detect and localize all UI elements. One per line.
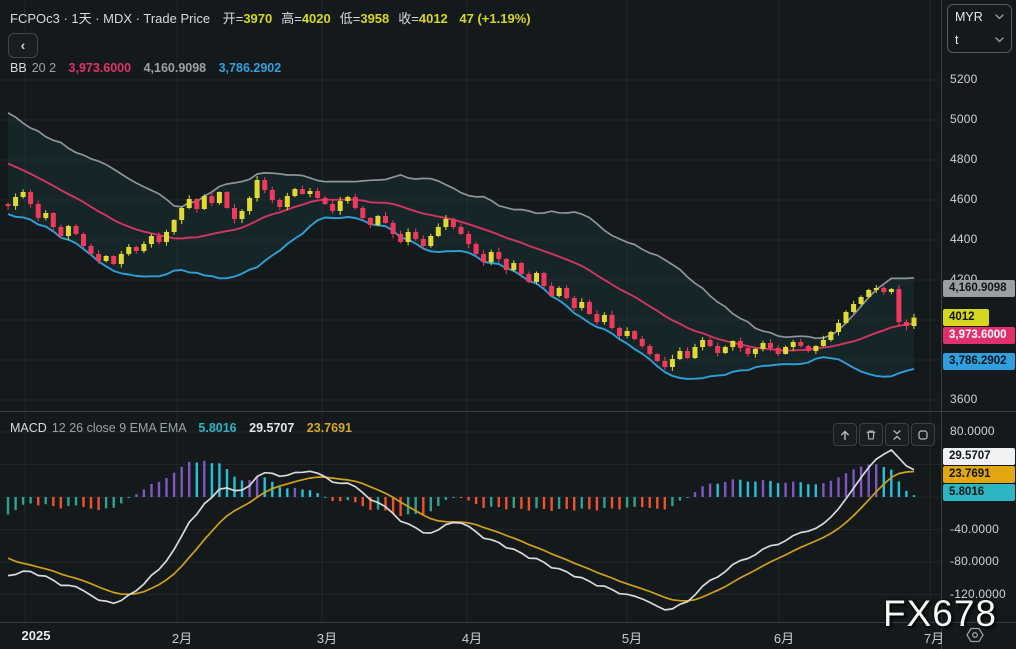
time-scale[interactable]: 2025 2月 3月 4月 5月 6月 7月 [0,622,1016,649]
bb-lower-badge: 3,786.2902 [943,353,1015,370]
time-label: 2025 [21,628,51,643]
macd-signal-badge: 23.7691 [943,466,1015,483]
chevron-down-icon [995,36,1004,42]
price-tick: 4400 [950,232,978,246]
bb-legend[interactable]: BB 20 2 3,973.6000 4,160.9098 3,786.2902 [10,61,281,75]
time-label: 3月 [316,631,338,646]
time-label: 6月 [773,631,795,646]
trash-icon [866,429,876,440]
currency-dropdown[interactable]: MYR [948,5,1011,28]
macd-tick: 80.0000 [950,424,995,438]
ohlc-value: 4020 [301,11,331,26]
price-tick: 4600 [950,192,978,206]
delete-indicator-button[interactable] [859,423,883,446]
ohlc-label: 开= [222,11,244,26]
last-price-badge: 4012 [943,309,989,326]
macd-params: 12 26 close 9 EMA EMA [51,421,186,435]
bb-basis-badge: 3,973.6000 [943,327,1015,344]
time-label: 5月 [621,631,643,646]
macd-signal-value: 23.7691 [306,421,352,435]
macd-tick: -80.0000 [950,554,999,568]
macd-hist-badge: 5.8016 [943,484,1015,501]
price-tick: 5000 [950,112,978,126]
price-chart-canvas[interactable] [0,0,941,649]
time-label: 2月 [171,631,193,646]
bb-basis-value: 3,973.6000 [68,61,132,75]
bb-upper-value: 4,160.9098 [143,61,207,75]
collapse-icon [893,429,901,440]
bb-upper-badge: 4,160.9098 [943,280,1015,297]
bb-lower-value: 3,786.2902 [218,61,282,75]
unit-value: t [955,32,959,47]
time-label: 4月 [461,631,483,646]
macd-label: MACD [10,421,47,435]
scale-settings-menu: MYR t [947,4,1012,53]
ohlc-value: 3970 [243,11,273,26]
macd-pane-toolbar [833,423,935,446]
price-scale[interactable]: MYR t 5200 5000 4800 4600 4400 4200 3600 80.000… [941,0,1016,649]
price-tick: 3600 [950,392,978,406]
maximize-pane-button[interactable] [911,423,935,446]
macd-legend[interactable]: MACD 12 26 close 9 EMA EMA 5.8016 29.5707… [10,421,352,435]
chart-app: FCPOc3 · 1天 · MDX · Trade Price 开=3970 高=… [0,0,1016,649]
price-tick: 4800 [950,152,978,166]
collapse-pane-button[interactable] [885,423,909,446]
pane-separator[interactable] [0,411,1016,412]
bb-label: BB [10,61,27,75]
unit-dropdown[interactable]: t [948,28,1011,51]
macd-line-badge: 29.5707 [943,448,1015,465]
currency-value: MYR [955,9,983,24]
ohlc-label: 低= [339,11,361,26]
ohlc-label: 高= [281,11,302,26]
change-value: 47 (+1.19%) [459,11,531,26]
maximize-icon [918,429,928,440]
symbol-title[interactable]: FCPOc3 · 1天 · MDX · Trade Price [10,11,210,26]
price-tick: 5200 [950,72,978,86]
timezone-settings-icon[interactable] [964,627,986,643]
chevron-left-icon: ‹ [20,37,26,53]
macd-hist-value: 5.8016 [198,421,237,435]
back-button[interactable]: ‹ [8,33,38,58]
macd-tick: -120.0000 [950,587,1006,601]
arrow-up-icon [841,430,849,440]
ohlc-values: 开=3970 高=4020 低=3958 收=4012 [214,11,448,26]
ohlc-value: 3958 [360,11,390,26]
time-label: 7月 [923,631,945,646]
bb-params: 20 2 [31,61,57,75]
ohlc-value: 4012 [418,11,448,26]
ohlc-label: 收= [398,11,419,26]
macd-line-value: 29.5707 [249,421,295,435]
chevron-down-icon [995,13,1004,19]
symbol-header: FCPOc3 · 1天 · MDX · Trade Price 开=3970 高=… [10,8,531,27]
move-pane-up-button[interactable] [833,423,857,446]
macd-tick: -40.0000 [950,522,999,536]
